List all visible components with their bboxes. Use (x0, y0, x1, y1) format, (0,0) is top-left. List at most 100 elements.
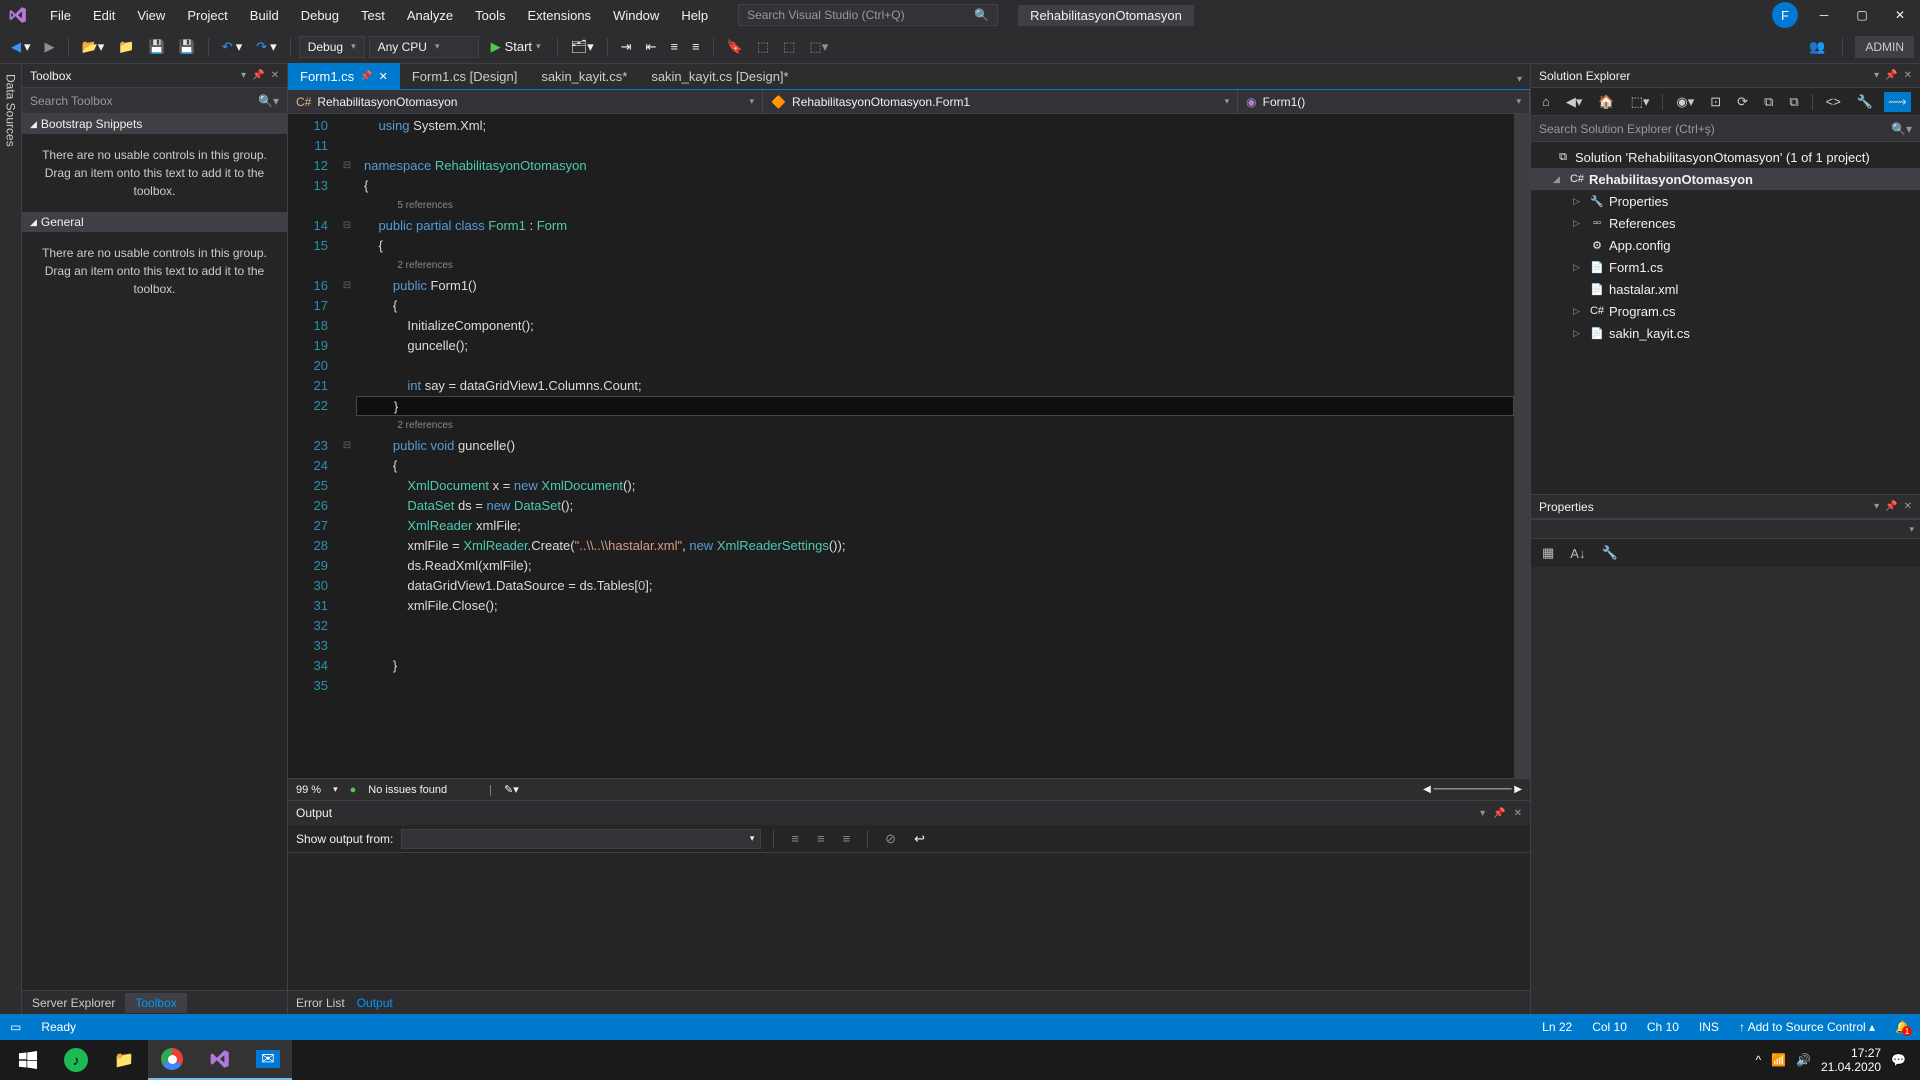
code-line[interactable]: { (356, 176, 1514, 196)
pin-icon[interactable]: 📌 (1493, 808, 1505, 819)
notifications-button[interactable]: 🔔 (1895, 1020, 1910, 1034)
code-line[interactable] (356, 136, 1514, 156)
data-sources-tab[interactable]: Data Sources (2, 68, 20, 153)
minimize-button[interactable]: ─ (1812, 3, 1836, 27)
props-icon[interactable]: 🔧 (1596, 542, 1622, 564)
nav-member-combo[interactable]: ◉Form1()▾ (1238, 90, 1530, 113)
code-line[interactable]: } (356, 396, 1514, 416)
pin-icon[interactable]: 📌 (1885, 501, 1897, 512)
nav-type-combo[interactable]: 🔶RehabilitasyonOtomasyon.Form1▾ (763, 90, 1238, 113)
save-button[interactable]: 💾 (143, 36, 169, 58)
properties-grid[interactable] (1531, 567, 1920, 1014)
action-center-icon[interactable]: 💬 (1891, 1053, 1906, 1067)
tree-item[interactable]: ◢C#RehabilitasyonOtomasyon (1531, 168, 1920, 190)
code-line[interactable]: using System.Xml; (356, 116, 1514, 136)
uncomment-button[interactable]: ≡ (687, 36, 705, 57)
se-icon[interactable]: 🏠 (1593, 91, 1619, 113)
visual-studio-button[interactable] (196, 1040, 244, 1080)
code-line[interactable]: dataGridView1.DataSource = ds.Tables[0]; (356, 576, 1514, 596)
bottom-tab[interactable]: Error List (296, 996, 345, 1010)
toolbar-icon[interactable]: 🗂▾ (566, 36, 599, 58)
tree-item[interactable]: ▷▫▫References (1531, 212, 1920, 234)
se-back-button[interactable]: ◀▾ (1561, 91, 1588, 113)
code-line[interactable]: namespace RehabilitasyonOtomasyon (356, 156, 1514, 176)
output-icon[interactable]: ≡ (838, 828, 856, 849)
platform-combo[interactable]: Any CPU▾ (369, 36, 479, 58)
menu-file[interactable]: File (40, 4, 81, 27)
tree-item[interactable]: ▷🔧Properties (1531, 190, 1920, 212)
bottom-tab[interactable]: Output (357, 996, 393, 1010)
brush-icon[interactable]: ✎▾ (504, 783, 519, 796)
document-tab[interactable]: Form1.cs [Design] (400, 63, 529, 89)
menu-tools[interactable]: Tools (465, 4, 515, 27)
clear-output-button[interactable]: ⊘ (880, 828, 901, 850)
code-line[interactable]: xmlFile.Close(); (356, 596, 1514, 616)
tree-item[interactable]: ▷C#Program.cs (1531, 300, 1920, 322)
menu-analyze[interactable]: Analyze (397, 4, 463, 27)
document-tab[interactable]: sakin_kayit.cs* (529, 63, 639, 89)
toolbox-group-header[interactable]: ◢ General (22, 212, 287, 232)
code-line[interactable]: public partial class Form1 : Form (356, 216, 1514, 236)
toolbox-group-header[interactable]: ◢ Bootstrap Snippets (22, 114, 287, 134)
redo-button[interactable]: ↷▾ (251, 36, 281, 58)
codelens-references[interactable]: 2 references (356, 256, 1514, 276)
codelens-references[interactable]: 2 references (356, 416, 1514, 436)
chrome-button[interactable] (148, 1040, 196, 1080)
dropdown-icon[interactable]: ▾ (1874, 501, 1879, 512)
output-text[interactable] (288, 853, 1530, 990)
se-icon[interactable]: ⬚▾ (1626, 91, 1655, 113)
step-button[interactable]: ⇥ (616, 36, 637, 58)
maximize-button[interactable]: ▢ (1850, 3, 1874, 27)
code-line[interactable] (356, 616, 1514, 636)
pin-icon[interactable]: 📌 (1885, 70, 1897, 81)
code-line[interactable]: xmlFile = XmlReader.Create("..\\..\\hast… (356, 536, 1514, 556)
bookmark-button[interactable]: 🔖 (722, 36, 748, 58)
tree-item[interactable]: ▷📄Form1.cs (1531, 256, 1920, 278)
undo-button[interactable]: ↶▾ (217, 36, 247, 58)
comment-button[interactable]: ≡ (665, 36, 683, 57)
code-line[interactable]: } (356, 656, 1514, 676)
menu-project[interactable]: Project (177, 4, 237, 27)
dropdown-icon[interactable]: ▾ (1874, 70, 1879, 81)
code-editor[interactable]: 1011121314151617181920212223242526272829… (288, 114, 1530, 778)
code-line[interactable]: { (356, 236, 1514, 256)
step-button[interactable]: ⇤ (641, 36, 662, 58)
menu-extensions[interactable]: Extensions (517, 4, 601, 27)
solution-explorer-search[interactable]: Search Solution Explorer (Ctrl+ş) 🔍▾ (1531, 116, 1920, 142)
codelens-references[interactable]: 5 references (356, 196, 1514, 216)
se-icon[interactable]: <> (1821, 91, 1846, 112)
code-line[interactable]: DataSet ds = new DataSet(); (356, 496, 1514, 516)
code-line[interactable]: guncelle(); (356, 336, 1514, 356)
code-line[interactable] (356, 676, 1514, 696)
code-line[interactable]: ds.ReadXml(xmlFile); (356, 556, 1514, 576)
code-line[interactable]: XmlReader xmlFile; (356, 516, 1514, 536)
source-control-button[interactable]: ↑ Add to Source Control ▴ (1739, 1020, 1875, 1034)
code-line[interactable]: InitializeComponent(); (356, 316, 1514, 336)
code-line[interactable] (356, 636, 1514, 656)
tree-item[interactable]: 📄hastalar.xml (1531, 278, 1920, 300)
dropdown-icon[interactable]: ▾ (1480, 808, 1485, 819)
code-line[interactable]: { (356, 296, 1514, 316)
menu-view[interactable]: View (127, 4, 175, 27)
menu-edit[interactable]: Edit (83, 4, 125, 27)
output-icon[interactable]: ≡ (812, 828, 830, 849)
menu-window[interactable]: Window (603, 4, 669, 27)
toolbox-search-input[interactable]: Search Toolbox 🔍▾ (22, 88, 287, 114)
explorer-button[interactable]: 📁 (100, 1040, 148, 1080)
doc-tabs-overflow[interactable]: ▾ (1509, 70, 1530, 89)
save-all-button[interactable]: 💾 (174, 36, 200, 58)
dropdown-icon[interactable]: ▾ (241, 70, 246, 81)
panel-tab[interactable]: Toolbox (125, 993, 186, 1013)
alphabetize-button[interactable]: A↓ (1565, 543, 1590, 564)
pin-icon[interactable]: 📌 (252, 70, 264, 81)
menu-build[interactable]: Build (240, 4, 289, 27)
se-refresh-button[interactable]: ⟳ (1732, 91, 1753, 113)
config-combo[interactable]: Debug▾ (299, 36, 365, 58)
categorize-button[interactable]: ▦ (1537, 542, 1559, 564)
se-icon[interactable]: ◉▾ (1671, 91, 1699, 113)
new-project-button[interactable]: 📂▾ (77, 36, 110, 58)
se-icon[interactable]: ⧉ (1759, 91, 1778, 113)
word-wrap-button[interactable]: ↩ (909, 828, 930, 850)
output-icon[interactable]: ≡ (786, 828, 804, 849)
back-button[interactable]: ◀▾ (6, 36, 36, 58)
